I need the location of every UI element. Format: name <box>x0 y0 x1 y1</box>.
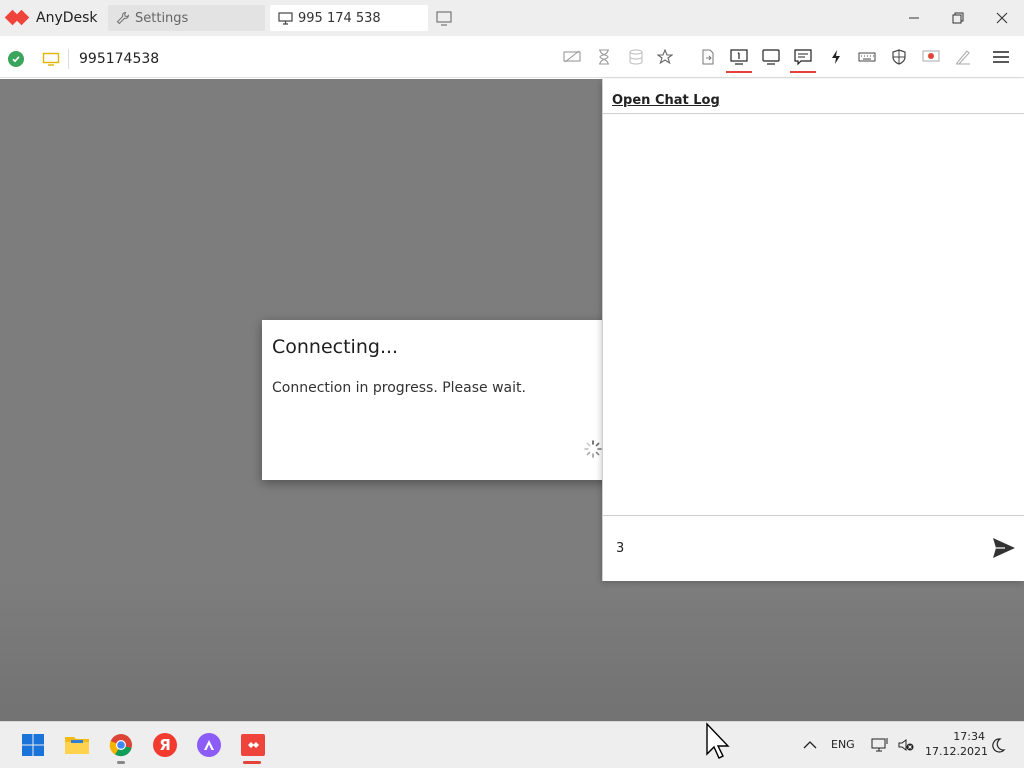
system-clock[interactable]: 17:34 17.12.2021 <box>925 729 988 759</box>
file-explorer-icon[interactable] <box>64 732 90 758</box>
yandex-browser-icon[interactable]: Я <box>152 732 178 758</box>
send-message-icon[interactable] <box>992 537 1016 559</box>
app-brand[interactable]: AnyDesk <box>0 0 106 36</box>
focus-assist-moon-icon[interactable] <box>985 732 1011 758</box>
chat-header-divider <box>603 113 1024 114</box>
alice-assistant-icon[interactable] <box>196 732 222 758</box>
chat-message-input[interactable] <box>616 533 976 563</box>
chat-icon[interactable] <box>790 46 816 73</box>
dialog-message: Connection in progress. Please wait. <box>272 380 526 396</box>
chat-input-divider <box>603 515 1024 516</box>
privacy-mode-icon[interactable] <box>561 46 583 68</box>
mouse-cursor-icon <box>705 722 731 759</box>
open-chat-log-link[interactable]: Open Chat Log <box>612 93 720 108</box>
menu-icon[interactable] <box>990 46 1012 68</box>
actions-lightning-icon[interactable] <box>825 46 847 68</box>
clock-date: 17.12.2021 <box>925 745 988 758</box>
session-toolbar: 995174538 <box>0 36 1024 78</box>
restore-button[interactable] <box>936 0 980 36</box>
favorite-star-icon[interactable] <box>654 46 676 68</box>
minimize-button[interactable] <box>892 0 936 36</box>
title-bar: AnyDesk Settings 995 174 538 <box>0 0 1024 36</box>
tab-settings[interactable]: Settings <box>108 5 265 31</box>
clock-time: 17:34 <box>953 730 985 743</box>
dialog-title: Connecting... <box>272 336 399 358</box>
keyboard-icon[interactable] <box>856 46 878 68</box>
anydesk-active-indicator <box>243 761 261 764</box>
chat-panel: Open Chat Log <box>602 79 1024 581</box>
tab-session-label: 995 174 538 <box>298 10 381 26</box>
switch-monitor-icon[interactable] <box>726 46 752 73</box>
toolbar-divider <box>68 49 69 69</box>
language-indicator[interactable]: ENG <box>831 738 855 751</box>
anydesk-logo-icon <box>4 9 30 26</box>
chrome-icon[interactable] <box>108 732 134 758</box>
windows-start-icon[interactable] <box>20 732 46 758</box>
network-icon[interactable] <box>868 732 894 758</box>
display-icon[interactable] <box>760 46 782 68</box>
close-button[interactable] <box>980 0 1024 36</box>
anydesk-taskbar-icon[interactable] <box>240 732 266 758</box>
taskbar: Я ENG 17:34 17.12.2021 <box>0 721 1024 768</box>
hourglass-icon[interactable] <box>593 46 615 68</box>
permissions-shield-icon[interactable] <box>888 46 910 68</box>
remote-address[interactable]: 995174538 <box>79 51 159 67</box>
show-hidden-icons-icon[interactable] <box>797 732 823 758</box>
database-icon[interactable] <box>625 46 647 68</box>
remote-desk-icon <box>42 52 60 66</box>
tab-settings-label: Settings <box>135 10 189 26</box>
loading-spinner-icon <box>584 440 602 458</box>
tab-remote-session[interactable]: 995 174 538 <box>270 5 428 31</box>
volume-muted-icon[interactable] <box>893 732 919 758</box>
yandex-letter: Я <box>153 733 177 757</box>
new-tab-button[interactable] <box>436 10 454 26</box>
record-icon[interactable] <box>920 46 942 68</box>
chrome-running-indicator <box>117 761 125 764</box>
monitor-icon <box>278 11 293 25</box>
whiteboard-pen-icon[interactable] <box>952 46 974 68</box>
wrench-icon <box>116 11 130 25</box>
connection-status-icon <box>8 51 24 67</box>
file-transfer-icon[interactable] <box>697 46 719 68</box>
app-name: AnyDesk <box>36 10 98 26</box>
